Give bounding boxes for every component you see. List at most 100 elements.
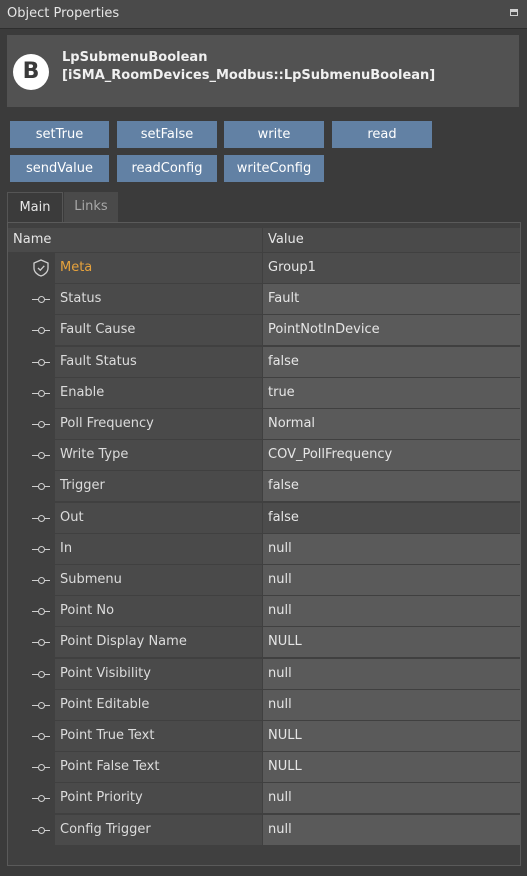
property-value[interactable]: true xyxy=(263,377,520,408)
slot-icon xyxy=(32,514,50,522)
tab-links[interactable]: Links xyxy=(64,192,118,222)
table-row[interactable]: Meta Group1 xyxy=(8,253,520,284)
row-icon-cell xyxy=(8,783,55,815)
property-name: Submenu xyxy=(55,565,262,595)
row-icon-cell xyxy=(8,721,55,752)
table-row[interactable]: Submenu null xyxy=(8,565,520,596)
property-value[interactable]: null xyxy=(263,565,520,595)
property-name: In xyxy=(55,533,262,564)
property-name: Config Trigger xyxy=(55,814,262,845)
slot-icon xyxy=(32,639,50,647)
shield-icon xyxy=(33,259,49,277)
column-name-header[interactable]: Name xyxy=(8,228,262,252)
property-value[interactable]: null xyxy=(263,658,520,689)
row-icon-cell xyxy=(8,346,55,378)
table-row[interactable]: Poll Frequency Normal xyxy=(8,409,520,440)
property-value[interactable]: NULL xyxy=(263,721,520,751)
column-value-header[interactable]: Value xyxy=(263,228,520,252)
row-icon-cell xyxy=(8,814,55,846)
object-header: B LpSubmenuBoolean [iSMA_RoomDevices_Mod… xyxy=(7,35,519,107)
write-button[interactable]: write xyxy=(224,121,324,148)
table-row[interactable]: Point Priority null xyxy=(8,783,520,815)
table-row[interactable]: Point No null xyxy=(8,596,520,628)
property-name: Fault Status xyxy=(55,346,262,377)
table-row[interactable]: Status Fault xyxy=(8,284,520,316)
property-name: Point False Text xyxy=(55,752,262,783)
property-name: Point Priority xyxy=(55,783,262,814)
table-row[interactable]: Point Visibility null xyxy=(8,658,520,690)
table-row[interactable]: Point Editable null xyxy=(8,689,520,721)
property-name: Out xyxy=(55,502,262,533)
row-icon-cell xyxy=(8,565,55,596)
object-name: LpSubmenuBoolean xyxy=(62,50,208,65)
readconfig-button[interactable]: readConfig xyxy=(117,155,217,182)
table-row[interactable]: Out false xyxy=(8,502,520,534)
table-row[interactable]: Point True Text NULL xyxy=(8,721,520,752)
table-row[interactable]: Config Trigger null xyxy=(8,814,520,846)
slot-icon xyxy=(32,421,50,428)
settrue-button[interactable]: setTrue xyxy=(10,121,109,148)
property-value[interactable]: null xyxy=(263,596,520,627)
property-value[interactable]: Group1 xyxy=(263,253,520,283)
property-name: Meta xyxy=(55,253,262,283)
slot-icon xyxy=(32,483,50,491)
property-value[interactable]: Fault xyxy=(263,284,520,315)
setfalse-button[interactable]: setFalse xyxy=(117,121,217,148)
property-value[interactable]: null xyxy=(263,533,520,564)
property-value[interactable]: PointNotInDevice xyxy=(263,315,520,346)
slot-icon xyxy=(32,296,50,304)
table-row[interactable]: Point False Text NULL xyxy=(8,752,520,784)
table-row[interactable]: Point Display Name NULL xyxy=(8,627,520,659)
row-icon-cell xyxy=(8,284,55,316)
table-row[interactable]: In null xyxy=(8,533,520,565)
row-icon-cell xyxy=(8,409,55,440)
table-row[interactable]: Fault Cause PointNotInDevice xyxy=(8,315,520,347)
property-name: Status xyxy=(55,284,262,315)
property-name: Enable xyxy=(55,377,262,408)
tab-main[interactable]: Main xyxy=(7,192,63,222)
sendvalue-button[interactable]: sendValue xyxy=(10,155,109,182)
table-row[interactable]: Trigger false xyxy=(8,471,520,503)
writeconfig-button[interactable]: writeConfig xyxy=(224,155,324,182)
row-icon-cell xyxy=(8,377,55,409)
row-icon-cell xyxy=(8,689,55,721)
property-value[interactable]: Normal xyxy=(263,409,520,439)
property-value[interactable]: null xyxy=(263,783,520,814)
property-value[interactable]: null xyxy=(263,814,520,845)
slot-icon xyxy=(32,670,50,678)
property-name: Write Type xyxy=(55,440,262,471)
property-name: Point Editable xyxy=(55,689,262,720)
slot-icon xyxy=(32,358,50,366)
table-row[interactable]: Write Type COV_PollFrequency xyxy=(8,440,520,472)
slot-icon xyxy=(32,577,50,584)
row-icon-cell xyxy=(8,471,55,503)
row-icon-cell xyxy=(8,440,55,472)
property-name: Fault Cause xyxy=(55,315,262,346)
property-name: Point Visibility xyxy=(55,658,262,689)
maximize-icon[interactable] xyxy=(510,9,518,16)
property-name: Point True Text xyxy=(55,721,262,751)
property-value[interactable]: false xyxy=(263,471,520,502)
property-name: Point No xyxy=(55,596,262,627)
slot-icon xyxy=(32,608,50,616)
property-value[interactable]: NULL xyxy=(263,627,520,658)
row-icon-cell xyxy=(8,752,55,784)
slot-icon xyxy=(32,701,50,709)
property-value[interactable]: false xyxy=(263,502,520,533)
object-type: [iSMA_RoomDevices_Modbus::LpSubmenuBoole… xyxy=(62,68,436,83)
property-value[interactable]: null xyxy=(263,689,520,720)
property-value[interactable]: NULL xyxy=(263,752,520,783)
property-name: Trigger xyxy=(55,471,262,502)
property-value[interactable]: COV_PollFrequency xyxy=(263,440,520,471)
table-row[interactable]: Fault Status false xyxy=(8,346,520,378)
slot-icon xyxy=(32,764,50,772)
property-value[interactable]: false xyxy=(263,346,520,377)
table-row[interactable]: Enable true xyxy=(8,377,520,409)
slot-icon xyxy=(32,795,50,803)
row-icon-cell xyxy=(8,596,55,628)
read-button[interactable]: read xyxy=(332,121,432,148)
property-name: Poll Frequency xyxy=(55,409,262,439)
slot-icon xyxy=(32,452,50,460)
slot-icon xyxy=(32,826,50,834)
row-icon-cell xyxy=(8,315,55,347)
